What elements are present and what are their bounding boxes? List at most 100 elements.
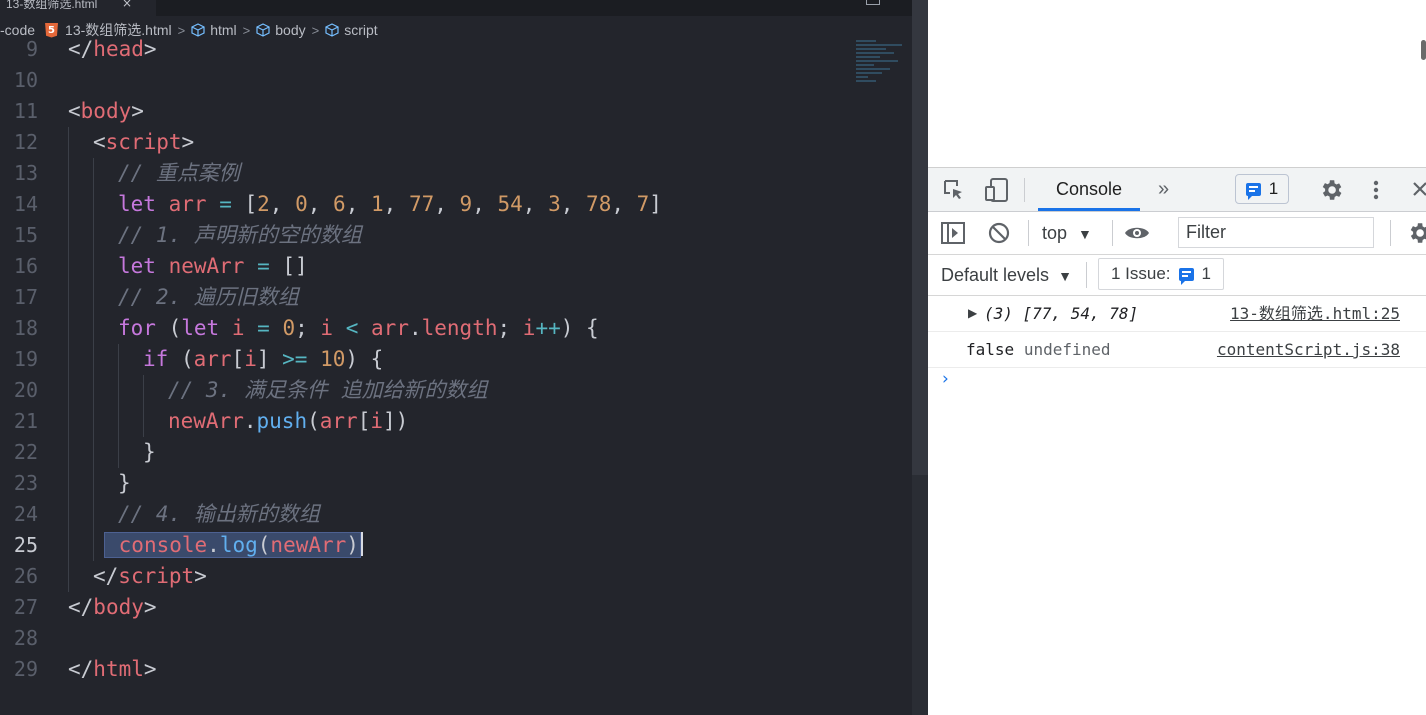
context-select[interactable]: top ▼ [1042, 212, 1092, 254]
tab-console[interactable]: Console [1038, 168, 1141, 211]
indent-guide [93, 282, 94, 313]
code-text: if (arr[i] >= 10) { [143, 347, 384, 371]
inspect-element-icon[interactable] [942, 178, 966, 202]
editor-tab-label: 13-数组筛选.html [6, 0, 98, 11]
code-text: </html> [68, 657, 157, 681]
code-editor[interactable]: 13-数组筛选.html × -code 5 13-数组筛选.html > ht… [0, 0, 928, 715]
code-line[interactable]: 17 // 2. 遍历旧数组 [0, 282, 912, 313]
line-number: 11 [13, 99, 38, 123]
line-number: 23 [13, 471, 38, 495]
indent-guide [68, 220, 69, 251]
toolbar-divider [1112, 220, 1113, 246]
indent-guide [93, 313, 94, 344]
indent-guide [68, 406, 69, 437]
gear-icon[interactable] [1406, 220, 1426, 246]
code-line[interactable]: 27 </body> [0, 592, 912, 623]
indent-guide [68, 468, 69, 499]
console-log-source-link[interactable]: contentScript.js:38 [1217, 332, 1400, 367]
console-log-message[interactable]: (3) [77, 54, 78] [984, 296, 1138, 331]
split-editor-icon[interactable] [866, 0, 880, 5]
console-log-value: undefined [1023, 340, 1111, 359]
issue-counter-button[interactable]: 1 Issue: 1 [1098, 258, 1225, 290]
page-viewport[interactable] [928, 0, 1426, 168]
code-text: </head> [68, 37, 157, 61]
indent-guide [68, 375, 69, 406]
code-line[interactable]: 19 if (arr[i] >= 10) { [0, 344, 912, 375]
toolbar-divider [1390, 220, 1391, 246]
indent-guide [68, 158, 69, 189]
line-number: 19 [13, 347, 38, 371]
code-line[interactable]: 14 let arr = [2, 0, 6, 1, 77, 9, 54, 3, 7… [0, 189, 912, 220]
console-log-row[interactable]: false undefined contentScript.js:38 [928, 332, 1426, 368]
code-line[interactable]: 26 </script> [0, 561, 912, 592]
toolbar-divider [1086, 262, 1087, 288]
code-line[interactable]: 28 [0, 623, 912, 654]
eye-icon[interactable] [1123, 223, 1151, 243]
line-number: 29 [13, 657, 38, 681]
issues-badge-button[interactable]: 1 [1235, 174, 1289, 204]
kebab-menu-icon[interactable] [1366, 177, 1386, 203]
code-line[interactable]: 29 </html> [0, 654, 912, 685]
code-line[interactable]: 10 [0, 65, 912, 96]
chevron-down-icon: ▼ [1078, 226, 1092, 242]
close-icon[interactable]: × [122, 0, 132, 10]
toolbar-divider [1024, 178, 1025, 202]
console-log-source-link[interactable]: 13-数组筛选.html:25 [1230, 296, 1400, 331]
minimap[interactable] [856, 40, 910, 92]
code-line[interactable]: 20 // 3. 满足条件 追加给新的数组 [0, 375, 912, 406]
gear-icon[interactable] [1318, 177, 1344, 203]
code-line[interactable]: 21 newArr.push(arr[i]) [0, 406, 912, 437]
code-text: // 1. 声明新的空的数组 [118, 223, 362, 247]
line-number: 14 [13, 192, 38, 216]
console-log-value: false [966, 340, 1015, 359]
more-tabs-button[interactable]: » [1158, 168, 1169, 210]
page-scrollbar-thumb[interactable] [1421, 40, 1426, 60]
code-line[interactable]: 23} [0, 468, 912, 499]
clear-console-icon[interactable] [987, 221, 1011, 245]
line-number: 18 [13, 316, 38, 340]
console-prompt[interactable]: › [942, 369, 949, 389]
code-line[interactable]: 13 // 重点案例 [0, 158, 912, 189]
indent-guide [143, 406, 144, 437]
indent-guide [68, 127, 69, 158]
code-text: let arr = [2, 0, 6, 1, 77, 9, 54, 3, 78,… [118, 192, 662, 216]
indent-guide [93, 499, 94, 530]
filter-input[interactable]: Filter [1178, 217, 1374, 248]
code-line[interactable]: 22} [0, 437, 912, 468]
line-number: 16 [13, 254, 38, 278]
device-toolbar-icon[interactable] [984, 177, 1010, 203]
line-number: 26 [13, 564, 38, 588]
code-line[interactable]: 18 for (let i = 0; i < arr.length; i++) { [0, 313, 912, 344]
code-line[interactable]: 15 // 1. 声明新的空的数组 [0, 220, 912, 251]
code-text: // 2. 遍历旧数组 [118, 285, 299, 309]
console-levels-bar: Default levels ▼ 1 Issue: 1 [928, 255, 1426, 296]
indent-guide [118, 375, 119, 406]
editor-scrollbar-thumb[interactable] [912, 0, 928, 475]
code-text: // 3. 满足条件 追加给新的数组 [168, 378, 488, 402]
indent-guide [118, 344, 119, 375]
indent-guide [68, 437, 69, 468]
indent-guide [68, 561, 69, 592]
code-line[interactable]: 9 </head> [0, 34, 912, 65]
expand-triangle-icon[interactable]: ▶ [968, 296, 977, 331]
editor-tab-active[interactable]: 13-数组筛选.html × [0, 0, 156, 16]
line-number: 27 [13, 595, 38, 619]
indent-guide [93, 530, 94, 561]
code-line[interactable]: 24 // 4. 输出新的数组 [0, 499, 912, 530]
code-line[interactable]: 12 <script> [0, 127, 912, 158]
code-line[interactable]: 11 <body> [0, 96, 912, 127]
default-levels-dropdown[interactable]: Default levels ▼ [941, 255, 1072, 296]
code-lines[interactable]: 9 </head> 10 11 <body> 12 <script> 13 // 重点案… [0, 34, 912, 685]
indent-guide [68, 499, 69, 530]
line-number: 12 [13, 130, 38, 154]
code-text: <script> [93, 130, 195, 154]
console-log-row[interactable]: ▶ (3) [77, 54, 78] 13-数组筛选.html:25 [928, 296, 1426, 332]
code-line[interactable]: 16 let newArr = [] [0, 251, 912, 282]
close-icon[interactable] [1412, 180, 1426, 198]
sidebar-toggle-icon[interactable] [940, 221, 966, 245]
console-output[interactable]: ▶ (3) [77, 54, 78] 13-数组筛选.html:25 false… [928, 296, 1426, 715]
indent-guide [68, 251, 69, 282]
code-text-selected[interactable]: console.log(newArr) [104, 530, 363, 561]
code-line-current[interactable]: 25 console.log(newArr) [0, 530, 912, 561]
toolbar-divider [1028, 220, 1029, 246]
